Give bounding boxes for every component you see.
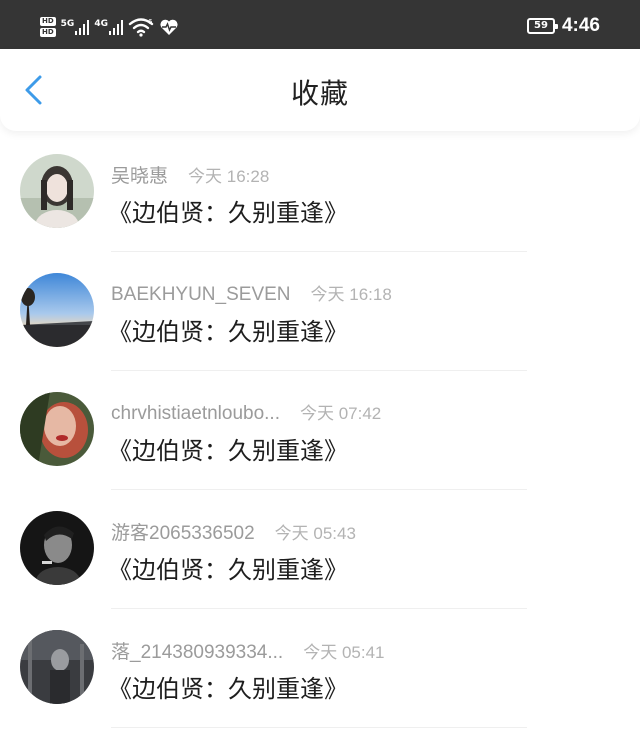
wifi-label: 6 [148, 18, 153, 26]
list-item[interactable]: 落_214380939334... 今天 05:41 《边伯贤：久别重逢》 [0, 609, 640, 728]
status-icons-right: 59 4:46 [526, 15, 600, 37]
item-title[interactable]: 《边伯贤：久别重逢》 [108, 193, 348, 228]
list-item[interactable]: 吴晓惠 今天 16:28 《边伯贤：久别重逢》 [0, 133, 640, 252]
item-title[interactable]: 《边伯贤：久别重逢》 [108, 550, 348, 585]
user-name: 游客2065336502 [111, 523, 255, 544]
avatar [20, 273, 94, 347]
user-name: 吴晓惠 [111, 166, 169, 187]
user-name: 落_214380939334... [111, 642, 284, 663]
timestamp: 今天 16:28 [188, 167, 270, 186]
battery-icon: 59 [526, 18, 558, 34]
heart-pulse-icon [160, 19, 178, 35]
favorites-list: 吴晓惠 今天 16:28 《边伯贤：久别重逢》 BAEKHYUN_SEVEN 今… [0, 133, 640, 728]
divider [111, 727, 527, 728]
signal-bars-icon [108, 19, 123, 35]
status-icons-left: HD HD 5G 4G 6 [40, 14, 179, 40]
item-title[interactable]: 《边伯贤：久别重逢》 [108, 669, 348, 704]
timestamp: 今天 16:18 [310, 285, 392, 304]
item-meta: chrvhistiaetnloubo... 今天 07:42 [111, 399, 381, 425]
signal-bars-icon [75, 19, 90, 35]
item-meta: 游客2065336502 今天 05:43 [111, 518, 356, 545]
timestamp: 今天 05:41 [303, 643, 385, 662]
user-name: BAEKHYUN_SEVEN [111, 284, 291, 305]
item-meta: 落_214380939334... 今天 05:41 [111, 637, 384, 664]
list-item[interactable]: 游客2065336502 今天 05:43 《边伯贤：久别重逢》 [0, 490, 640, 609]
avatar [20, 511, 94, 585]
item-title[interactable]: 《边伯贤：久别重逢》 [108, 431, 348, 466]
signal-4g: 4G [94, 19, 123, 35]
avatar [20, 392, 94, 466]
hd-badge: HD [40, 28, 56, 37]
header-bar: 收藏 [0, 49, 640, 131]
timestamp: 今天 07:42 [300, 404, 382, 423]
hd-indicator: HD HD [40, 17, 56, 37]
clock: 4:46 [561, 15, 600, 36]
avatar [20, 630, 94, 704]
page-title: 收藏 [290, 77, 349, 110]
network-type-label: 5G [60, 19, 75, 29]
item-meta: BAEKHYUN_SEVEN 今天 16:18 [111, 280, 392, 306]
item-title[interactable]: 《边伯贤：久别重逢》 [108, 312, 348, 347]
wifi-icon: 6 [128, 18, 154, 37]
signal-5g: 5G [61, 19, 90, 35]
user-name: chrvhistiaetnloubo... [111, 403, 280, 424]
list-item[interactable]: chrvhistiaetnloubo... 今天 07:42 《边伯贤：久别重逢… [0, 371, 640, 490]
hd-badge: HD [40, 17, 56, 26]
avatar [20, 154, 94, 228]
item-meta: 吴晓惠 今天 16:28 [111, 161, 269, 188]
battery-level: 59 [534, 20, 548, 31]
list-item[interactable]: BAEKHYUN_SEVEN 今天 16:18 《边伯贤：久别重逢》 [0, 252, 640, 371]
network-type-label: 4G [94, 19, 108, 29]
timestamp: 今天 05:43 [274, 524, 356, 543]
status-bar: HD HD 5G 4G 6 59 4:46 [0, 0, 640, 49]
